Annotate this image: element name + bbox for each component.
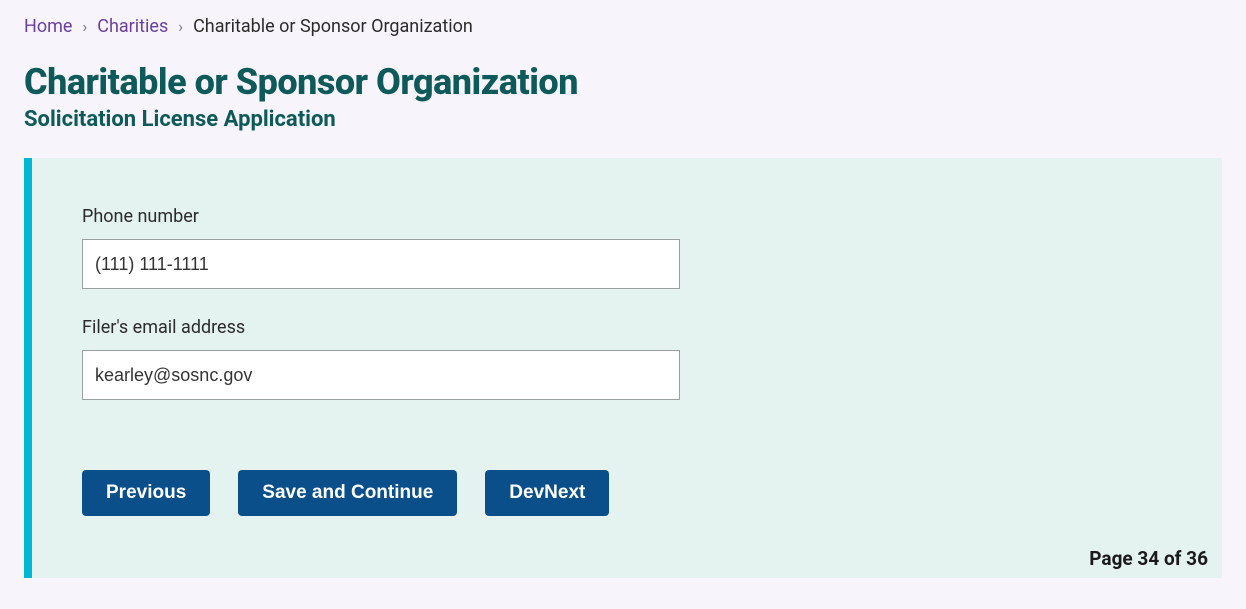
devnext-button[interactable]: DevNext bbox=[485, 470, 609, 516]
save-continue-button[interactable]: Save and Continue bbox=[238, 470, 457, 516]
email-field: Filer's email address bbox=[82, 317, 1172, 400]
phone-label: Phone number bbox=[82, 206, 1172, 227]
page-title: Charitable or Sponsor Organization bbox=[24, 61, 1222, 103]
breadcrumb-current: Charitable or Sponsor Organization bbox=[193, 16, 473, 37]
email-input[interactable] bbox=[82, 350, 680, 400]
previous-button[interactable]: Previous bbox=[82, 470, 210, 516]
page-subtitle: Solicitation License Application bbox=[24, 107, 1222, 132]
breadcrumb-charities-link[interactable]: Charities bbox=[97, 16, 168, 37]
email-label: Filer's email address bbox=[82, 317, 1172, 338]
breadcrumb: Home › Charities › Charitable or Sponsor… bbox=[0, 0, 1246, 45]
phone-field: Phone number bbox=[82, 206, 1172, 289]
chevron-right-icon: › bbox=[82, 17, 87, 36]
page-indicator: Page 34 of 36 bbox=[1089, 547, 1208, 570]
breadcrumb-home-link[interactable]: Home bbox=[24, 16, 72, 37]
form-panel: Phone number Filer's email address Previ… bbox=[24, 158, 1222, 578]
button-row: Previous Save and Continue DevNext bbox=[82, 470, 1172, 516]
chevron-right-icon: › bbox=[178, 17, 183, 36]
phone-input[interactable] bbox=[82, 239, 680, 289]
